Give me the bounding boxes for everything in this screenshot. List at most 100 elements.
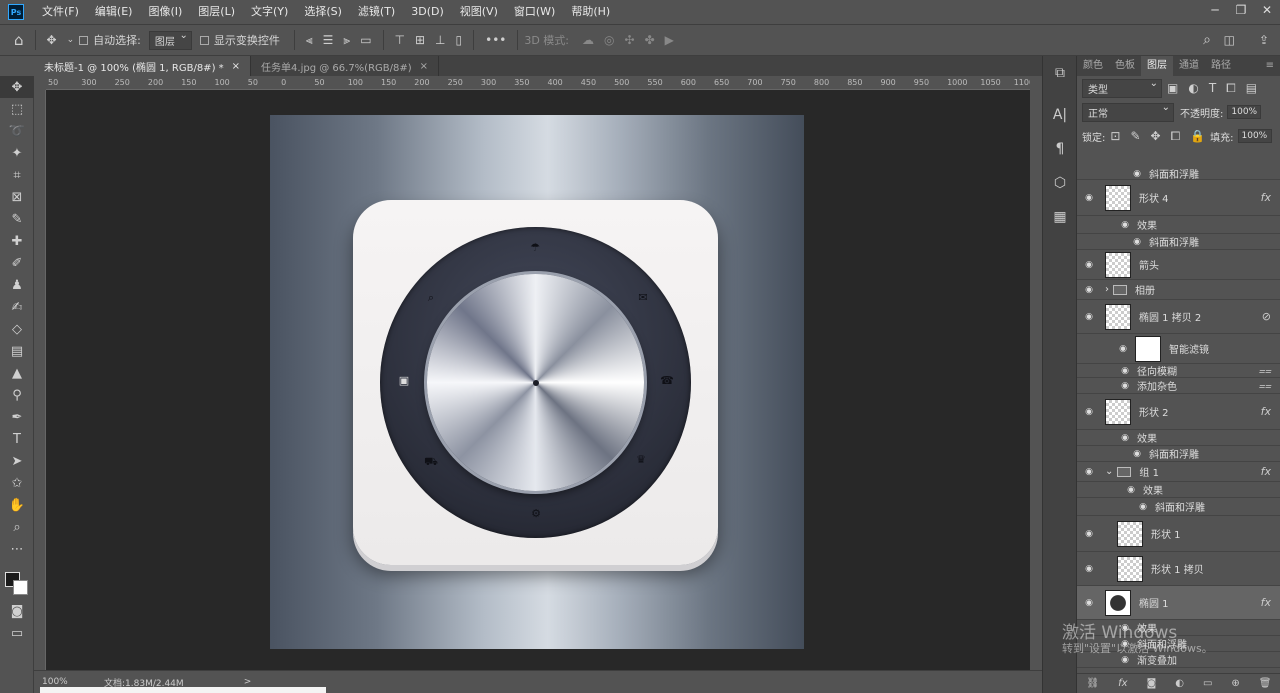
menu-edit[interactable]: 编辑(E) xyxy=(87,0,141,24)
lock-artboard-icon[interactable]: ⧠ xyxy=(1171,129,1181,144)
eye-icon[interactable]: ◉ xyxy=(1077,285,1101,295)
hand-tool-icon[interactable]: ✋ xyxy=(0,494,34,516)
3d-roll-icon[interactable]: ◎ xyxy=(604,33,614,47)
new-layer-icon[interactable]: ⊕ xyxy=(1231,678,1239,689)
menu-window[interactable]: 窗口(W) xyxy=(506,0,563,24)
3d-pan-icon[interactable]: ✣ xyxy=(625,33,635,47)
lock-all-icon[interactable]: 🔒 xyxy=(1190,129,1205,143)
menu-3d[interactable]: 3D(D) xyxy=(403,0,452,24)
quick-mask-icon[interactable]: ◙ xyxy=(0,600,34,622)
filter-options-icon[interactable]: ⩵ xyxy=(1258,364,1271,378)
auto-select-option[interactable]: 自动选择: xyxy=(79,32,141,48)
trash-icon[interactable]: 🗑 xyxy=(1259,678,1272,689)
align-bottom-icon[interactable]: ⊥ xyxy=(435,33,445,47)
brush-tool-icon[interactable]: ✐ xyxy=(0,252,34,274)
eye-icon[interactable]: ◉ xyxy=(1077,407,1101,417)
tab-layers[interactable]: 图层 xyxy=(1141,56,1173,76)
move-tool-icon[interactable]: ✥ xyxy=(47,33,57,47)
lasso-tool-icon[interactable]: ➰ xyxy=(0,120,34,142)
filter-smart-icon[interactable]: ▤ xyxy=(1246,81,1257,95)
3d-panel-icon[interactable]: ⬡ xyxy=(1043,166,1077,200)
layer-row[interactable]: ◉ 箭头 xyxy=(1077,250,1280,280)
eye-icon[interactable]: ◉ xyxy=(1113,220,1137,230)
distribute-vertical-icon[interactable]: ▯ xyxy=(456,33,463,47)
marquee-tool-icon[interactable]: ⬚ xyxy=(0,98,34,120)
healing-tool-icon[interactable]: ✚ xyxy=(0,230,34,252)
tab-document-2[interactable]: 任务单4.jpg @ 66.7%(RGB/8#) × xyxy=(251,56,440,76)
new-group-icon[interactable]: ▭ xyxy=(1203,678,1212,689)
eye-icon[interactable]: ◉ xyxy=(1113,433,1137,443)
align-left-icon[interactable]: ⫷ xyxy=(306,33,313,48)
smart-filter-row[interactable]: ◉ 智能滤镜 xyxy=(1077,334,1280,364)
layer-effect[interactable]: ◉ 斜面和浮雕 xyxy=(1077,498,1280,516)
tab-paths[interactable]: 路径 xyxy=(1205,56,1237,76)
close-tab-icon[interactable]: × xyxy=(232,61,240,72)
color-swatches[interactable] xyxy=(5,572,29,596)
layer-effect[interactable]: ◉ 效果 xyxy=(1077,216,1280,234)
menu-select[interactable]: 选择(S) xyxy=(296,0,350,24)
auto-select-dropdown[interactable]: 图层 xyxy=(148,30,192,50)
zoom-level[interactable]: 100% xyxy=(34,677,74,687)
eye-icon[interactable]: ◉ xyxy=(1077,564,1101,574)
chevron-down-icon[interactable]: ⌄ xyxy=(67,35,75,45)
layer-effect[interactable]: ◉ 径向模糊 ⩵ xyxy=(1077,364,1280,378)
home-icon[interactable]: ⌂ xyxy=(14,31,24,49)
chevron-right-icon[interactable]: › xyxy=(1105,284,1109,295)
frame-tool-icon[interactable]: ⊠ xyxy=(0,186,34,208)
history-panel-icon[interactable]: ⧉ xyxy=(1043,56,1077,90)
layer-group[interactable]: ◉ › 相册 xyxy=(1077,280,1280,300)
pen-tool-icon[interactable]: ✒ xyxy=(0,406,34,428)
workspace-icon[interactable]: ◫ xyxy=(1224,33,1235,47)
status-arrow[interactable]: > xyxy=(244,677,252,687)
layer-effect[interactable]: ◉ 效果 xyxy=(1077,482,1280,498)
layer-effect[interactable]: ◉ 斜面和浮雕 xyxy=(1077,168,1280,181)
tab-channels[interactable]: 通道 xyxy=(1173,56,1205,76)
close-icon[interactable]: ✕ xyxy=(1254,0,1280,20)
close-tab-icon[interactable]: × xyxy=(420,61,428,72)
filter-options-icon[interactable]: ⩵ xyxy=(1258,379,1271,393)
layer-row[interactable]: ◉ 形状 1 拷贝 xyxy=(1077,552,1280,586)
eye-icon[interactable]: ◉ xyxy=(1077,598,1101,608)
layer-row[interactable]: ◉ 形状 4 fx xyxy=(1077,180,1280,216)
3d-orbit-icon[interactable]: ☁ xyxy=(582,33,594,47)
layer-group[interactable]: ◉ ⌄ 组 1 fx xyxy=(1077,462,1280,482)
fx-icon[interactable]: fx xyxy=(1261,596,1271,609)
artboard[interactable]: ☂ ✉ ☎ ♛ ⚙ ⛟ ▣ ⌕ ◀ xyxy=(270,115,804,649)
more-options-button[interactable]: ••• xyxy=(485,33,506,47)
dodge-tool-icon[interactable]: ⚲ xyxy=(0,384,34,406)
menu-image[interactable]: 图像(I) xyxy=(140,0,190,24)
fx-icon[interactable]: fx xyxy=(1261,465,1271,478)
fx-menu-icon[interactable]: fx xyxy=(1118,678,1127,689)
path-select-tool-icon[interactable]: ➤ xyxy=(0,450,34,472)
layer-effect[interactable]: ◉ 效果 xyxy=(1077,430,1280,446)
eye-icon[interactable]: ◉ xyxy=(1113,366,1137,376)
mask-icon[interactable]: ◙ xyxy=(1147,678,1157,689)
paragraph-panel-icon[interactable]: ¶ xyxy=(1043,132,1077,166)
show-transform-checkbox[interactable] xyxy=(199,35,209,45)
restore-icon[interactable]: ❐ xyxy=(1228,0,1254,20)
type-tool-icon[interactable]: T xyxy=(0,428,34,450)
menu-help[interactable]: 帮助(H) xyxy=(563,0,618,24)
fill-input[interactable]: 100% xyxy=(1237,129,1272,143)
chevron-down-icon[interactable]: ⌄ xyxy=(1105,466,1113,477)
canvas-area[interactable]: ☂ ✉ ☎ ♛ ⚙ ⛟ ▣ ⌕ ◀ xyxy=(46,90,1030,670)
3d-camera-icon[interactable]: ▶ xyxy=(665,33,674,47)
eye-icon[interactable]: ◉ xyxy=(1077,260,1101,270)
shape-tool-icon[interactable]: ✩ xyxy=(0,472,34,494)
properties-panel-icon[interactable]: ▦ xyxy=(1043,200,1077,234)
stamp-tool-icon[interactable]: ♟ xyxy=(0,274,34,296)
menu-type[interactable]: 文字(Y) xyxy=(243,0,296,24)
layers-list[interactable]: ◉ 斜面和浮雕 ◉ 形状 4 fx ◉ 效果 ◉ 斜面和浮雕 ◉ 箭头 ◉ › 相册 ◉ 椭圆 1… xyxy=(1077,168,1280,673)
fx-icon[interactable]: fx xyxy=(1261,405,1271,418)
layer-row[interactable]: ◉ 形状 2 fx xyxy=(1077,394,1280,430)
minimize-icon[interactable]: ─ xyxy=(1202,0,1228,20)
blend-mode-dropdown[interactable]: 正常 xyxy=(1082,102,1174,122)
align-top-icon[interactable]: ⊤ xyxy=(395,33,405,47)
move-tool-icon[interactable]: ✥ xyxy=(0,76,34,98)
share-icon[interactable]: ⇪ xyxy=(1259,33,1269,47)
lock-position-icon[interactable]: ✥ xyxy=(1151,129,1161,143)
layer-row[interactable]: ◉ 形状 1 xyxy=(1077,516,1280,552)
filter-pixel-icon[interactable]: ▣ xyxy=(1167,81,1178,95)
tab-swatches[interactable]: 色板 xyxy=(1109,56,1141,76)
eye-icon[interactable]: ◉ xyxy=(1111,344,1135,354)
